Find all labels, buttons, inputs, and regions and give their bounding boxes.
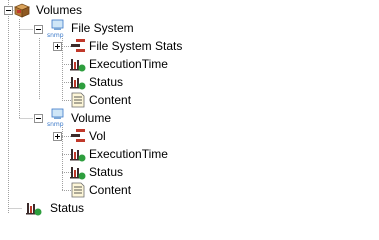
snmp-monitor-icon: snmp xyxy=(46,19,68,39)
tree-node-content[interactable]: Content xyxy=(89,181,131,199)
collapse-volumes-toggle[interactable] xyxy=(4,6,13,15)
tree-node-execution-time[interactable]: ExecutionTime xyxy=(89,145,168,163)
tree-node-file-system[interactable]: File System xyxy=(71,19,134,37)
tree-node-label: Status xyxy=(50,201,85,215)
tree-node-label: Volumes xyxy=(36,3,83,17)
tree-node-content[interactable]: Content xyxy=(89,91,131,109)
tree-node-label: Status xyxy=(89,75,124,89)
snmp-badge: snmp xyxy=(47,32,64,39)
bar-chart-icon xyxy=(70,56,86,72)
bar-chart-icon xyxy=(70,164,86,180)
document-icon xyxy=(70,182,86,198)
tree-node-label: Content xyxy=(89,93,132,107)
tree-node-label: Status xyxy=(89,165,124,179)
tree-node-label: ExecutionTime xyxy=(89,57,168,71)
table-stats-icon xyxy=(70,38,86,54)
package-icon xyxy=(14,2,30,18)
tree-node-label: File System xyxy=(71,21,134,35)
tree-node-status[interactable]: Status xyxy=(89,73,123,91)
tree-node-status[interactable]: Status xyxy=(50,199,84,217)
tree-node-volume[interactable]: Volume xyxy=(71,109,111,127)
tree-node-label: ExecutionTime xyxy=(89,147,168,161)
collapse-volume-toggle[interactable] xyxy=(34,114,43,123)
tree-node-label: Vol xyxy=(89,129,106,143)
tree-node-label: File System Stats xyxy=(89,39,183,53)
tree-node-execution-time[interactable]: ExecutionTime xyxy=(89,55,168,73)
expand-file-system-stats-toggle[interactable] xyxy=(53,42,62,51)
bar-chart-icon xyxy=(70,74,86,90)
expand-vol-toggle[interactable] xyxy=(53,132,62,141)
tree-node-vol[interactable]: Vol xyxy=(89,127,106,145)
tree-node-label: Volume xyxy=(71,111,112,125)
tree-view[interactable]: Volumes snmp File System File System Sta… xyxy=(0,0,379,222)
tree-node-status[interactable]: Status xyxy=(89,163,123,181)
collapse-file-system-toggle[interactable] xyxy=(34,25,43,34)
table-stats-icon xyxy=(70,128,86,144)
tree-node-label: Content xyxy=(89,183,132,197)
bar-chart-icon xyxy=(26,200,42,216)
snmp-monitor-icon: snmp xyxy=(46,108,68,128)
tree-node-file-system-stats[interactable]: File System Stats xyxy=(89,37,182,55)
snmp-badge: snmp xyxy=(47,121,64,128)
bar-chart-icon xyxy=(70,146,86,162)
document-icon xyxy=(70,92,86,108)
tree-node-volumes[interactable]: Volumes xyxy=(36,1,82,19)
